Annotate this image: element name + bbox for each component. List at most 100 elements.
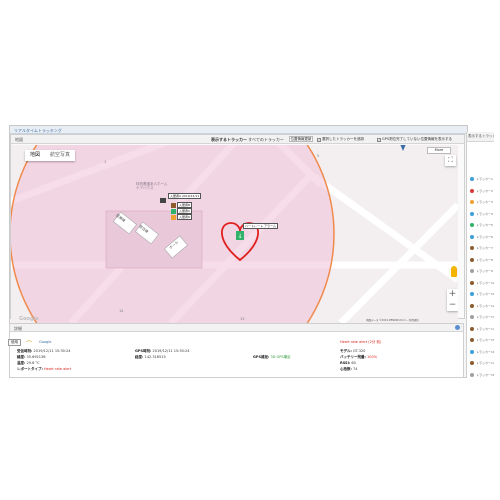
block-number-13: 13 (240, 317, 245, 321)
tracker-list-item[interactable]: トラッカー14 (470, 326, 494, 331)
tracker-list-item[interactable]: トラッカー8 (470, 257, 493, 262)
tracker-list-item[interactable]: トラッカー3 (470, 200, 493, 204)
use-button[interactable]: 使用 (8, 339, 21, 346)
map-panel-label: 地図 (15, 137, 23, 142)
tracker-list-item[interactable]: トラッカー7 (470, 246, 493, 250)
tracker-side-panel: 表示するトラッカー トラッカー1 トラッカー2 トラッカー3 トラッカー4 トラッカー5… (466, 132, 494, 378)
tracker-callout[interactable]: ハートレート アラーム (243, 223, 278, 229)
map-pin-top (400, 145, 406, 151)
tracker-list-label: トラッカー10 (476, 280, 494, 285)
tracker-list-label: トラッカー4 (476, 211, 493, 216)
tracker-list-item[interactable]: トラッカー1 (470, 177, 493, 181)
tracker-color-icon (470, 177, 474, 181)
tracker-list-label: トラッカー6 (476, 234, 493, 239)
gps-status-row: GPS補足: 3D GPS補足 (253, 355, 291, 359)
tracker-list-label: トラッカー16 (476, 349, 494, 354)
block-number-5: 5 (317, 154, 320, 158)
tracker-list-label: トラッカー3 (476, 200, 493, 204)
tracker-color-icon (470, 315, 474, 319)
callout-resident-a[interactable]: 入居者A 2019/12/11 (168, 193, 202, 199)
map-type-tabs: 地図 航空写真 (25, 150, 76, 161)
rssi-row: RSSI: 60 (340, 361, 356, 365)
tracker-color-icon (470, 303, 474, 308)
tracker-color-icon (470, 234, 474, 239)
tracker-list-item[interactable]: トラッカー4 (470, 211, 493, 216)
tracker-list-label: トラッカー17 (476, 361, 494, 365)
tracker-list-label: トラッカー9 (476, 269, 493, 273)
tracker-color-icon (470, 246, 474, 250)
more-button[interactable]: More (427, 147, 451, 154)
tracker-list-item[interactable]: トラッカー18 (470, 372, 494, 377)
title-bar: リアルタイムトラッキング (10, 126, 467, 134)
detail-header: 詳細 (10, 324, 463, 332)
map-svg: ↓ (11, 145, 458, 323)
tracker-list-label: トラッカー11 (476, 292, 494, 296)
street-view-pegman-icon[interactable] (451, 266, 457, 277)
tracker-list-label: トラッカー15 (476, 338, 494, 342)
tracker-color-icon (470, 361, 474, 365)
tracker-list-item[interactable]: トラッカー2 (470, 188, 493, 193)
tracker-list-item[interactable]: トラッカー17 (470, 361, 494, 365)
zoom-in-button[interactable]: + (447, 289, 458, 300)
follow-selected-checkbox[interactable]: ✓選択したトラッカーを追跡 (317, 137, 364, 142)
tracker-color-icon (470, 200, 474, 204)
tracker-list-item[interactable]: トラッカー6 (470, 234, 493, 239)
heart-rate-row: 心拍数: 74 (340, 367, 358, 371)
google-logo: Google (19, 316, 39, 322)
fullscreen-icon[interactable]: ⛶ (445, 155, 456, 166)
banana-icon: ⌒ (26, 341, 33, 348)
tracker-select-label: 表示するトラッカー すべてのトラッカー (211, 137, 284, 142)
tab-satellite[interactable]: 航空写真 (45, 150, 75, 161)
tracker-list-item[interactable]: トラッカー16 (470, 349, 494, 354)
tracker-color-icon (470, 188, 474, 193)
tracker-color-icon (470, 223, 474, 227)
callout-resident-d[interactable]: 入居者D (177, 214, 193, 220)
side-panel-header: 表示するトラッカー (467, 132, 494, 142)
google-link[interactable]: Google (39, 340, 51, 344)
tracker-list-item[interactable]: トラッカー12 (470, 303, 494, 308)
tracker-list-label: トラッカー13 (476, 315, 494, 319)
tracker-list-label: トラッカー7 (476, 246, 493, 250)
tracker-list-label: トラッカー1 (476, 177, 493, 181)
longitude-row: 経度: 142.316515 (135, 355, 166, 359)
tracker-list-label: トラッカー14 (476, 326, 494, 331)
tracker-list-label: トラッカー18 (476, 372, 494, 377)
tracker-select[interactable]: すべてのトラッカー (248, 137, 284, 142)
tracker-color-icon (470, 280, 474, 285)
zoom-out-button[interactable]: − (447, 300, 458, 311)
show-non-gps-checkbox[interactable]: ✓GPS測位完了していない位置情報を表示する (377, 137, 452, 142)
gear-icon[interactable] (455, 325, 460, 330)
battery-row: バッテリー残量: 100% (340, 355, 378, 359)
tracker-list-label: トラッカー2 (476, 188, 493, 193)
gps-time-row: GPS時刻: 2019/12/11 15:30:24 (135, 349, 190, 353)
tracker-color-icon (470, 211, 474, 216)
report-type-row: レポートタイプ: Heart rate alert (17, 367, 72, 371)
tracker-color-icon (470, 349, 474, 354)
tracker-color-icon (470, 372, 474, 377)
tracker-color-icon (470, 292, 474, 296)
model-row: モデル: GT-320 (340, 349, 366, 353)
map-canvas[interactable]: ↓ 地図 航空写真 ハートレート アラーム 入居者A 2019/12/11 入居… (11, 145, 458, 323)
map-panel-header: 地図 表示するトラッカー すべてのトラッカー 位置情報更新 ✓選択したトラッカー… (11, 135, 464, 144)
block-number-12: 12 (119, 309, 124, 313)
tracker-color-icon (470, 326, 474, 331)
tracker-list-item[interactable]: トラッカー11 (470, 292, 494, 296)
map-attribution: 地図データ ©2019 ZENRIN 20 m ─ 利用規約 (366, 319, 419, 322)
svg-text:↓: ↓ (237, 233, 242, 240)
zoom-control: + − (447, 289, 458, 311)
refresh-location-button[interactable]: 位置情報更新 (289, 136, 313, 142)
tracker-list-label: トラッカー5 (476, 223, 493, 227)
latitude-row: 緯度: 35.692136 (17, 355, 46, 359)
tracker-list-item[interactable]: トラッカー9 (470, 269, 493, 273)
tracker-list-item[interactable]: トラッカー13 (470, 315, 494, 319)
tracker-list-item[interactable]: トラッカー5 (470, 223, 493, 227)
block-number-1: 1 (104, 160, 107, 164)
temperature-row: 温度: 29.6 °C (17, 361, 40, 365)
tracker-list-item[interactable]: トラッカー10 (470, 280, 494, 285)
tracker-list-label: トラッカー8 (476, 257, 493, 262)
tab-map[interactable]: 地図 (25, 150, 45, 161)
tracker-list-item[interactable]: トラッカー15 (470, 338, 494, 342)
tracker-color-icon (470, 338, 474, 342)
detail-title: 詳細 (14, 326, 22, 331)
tracker-color-icon (470, 257, 474, 262)
